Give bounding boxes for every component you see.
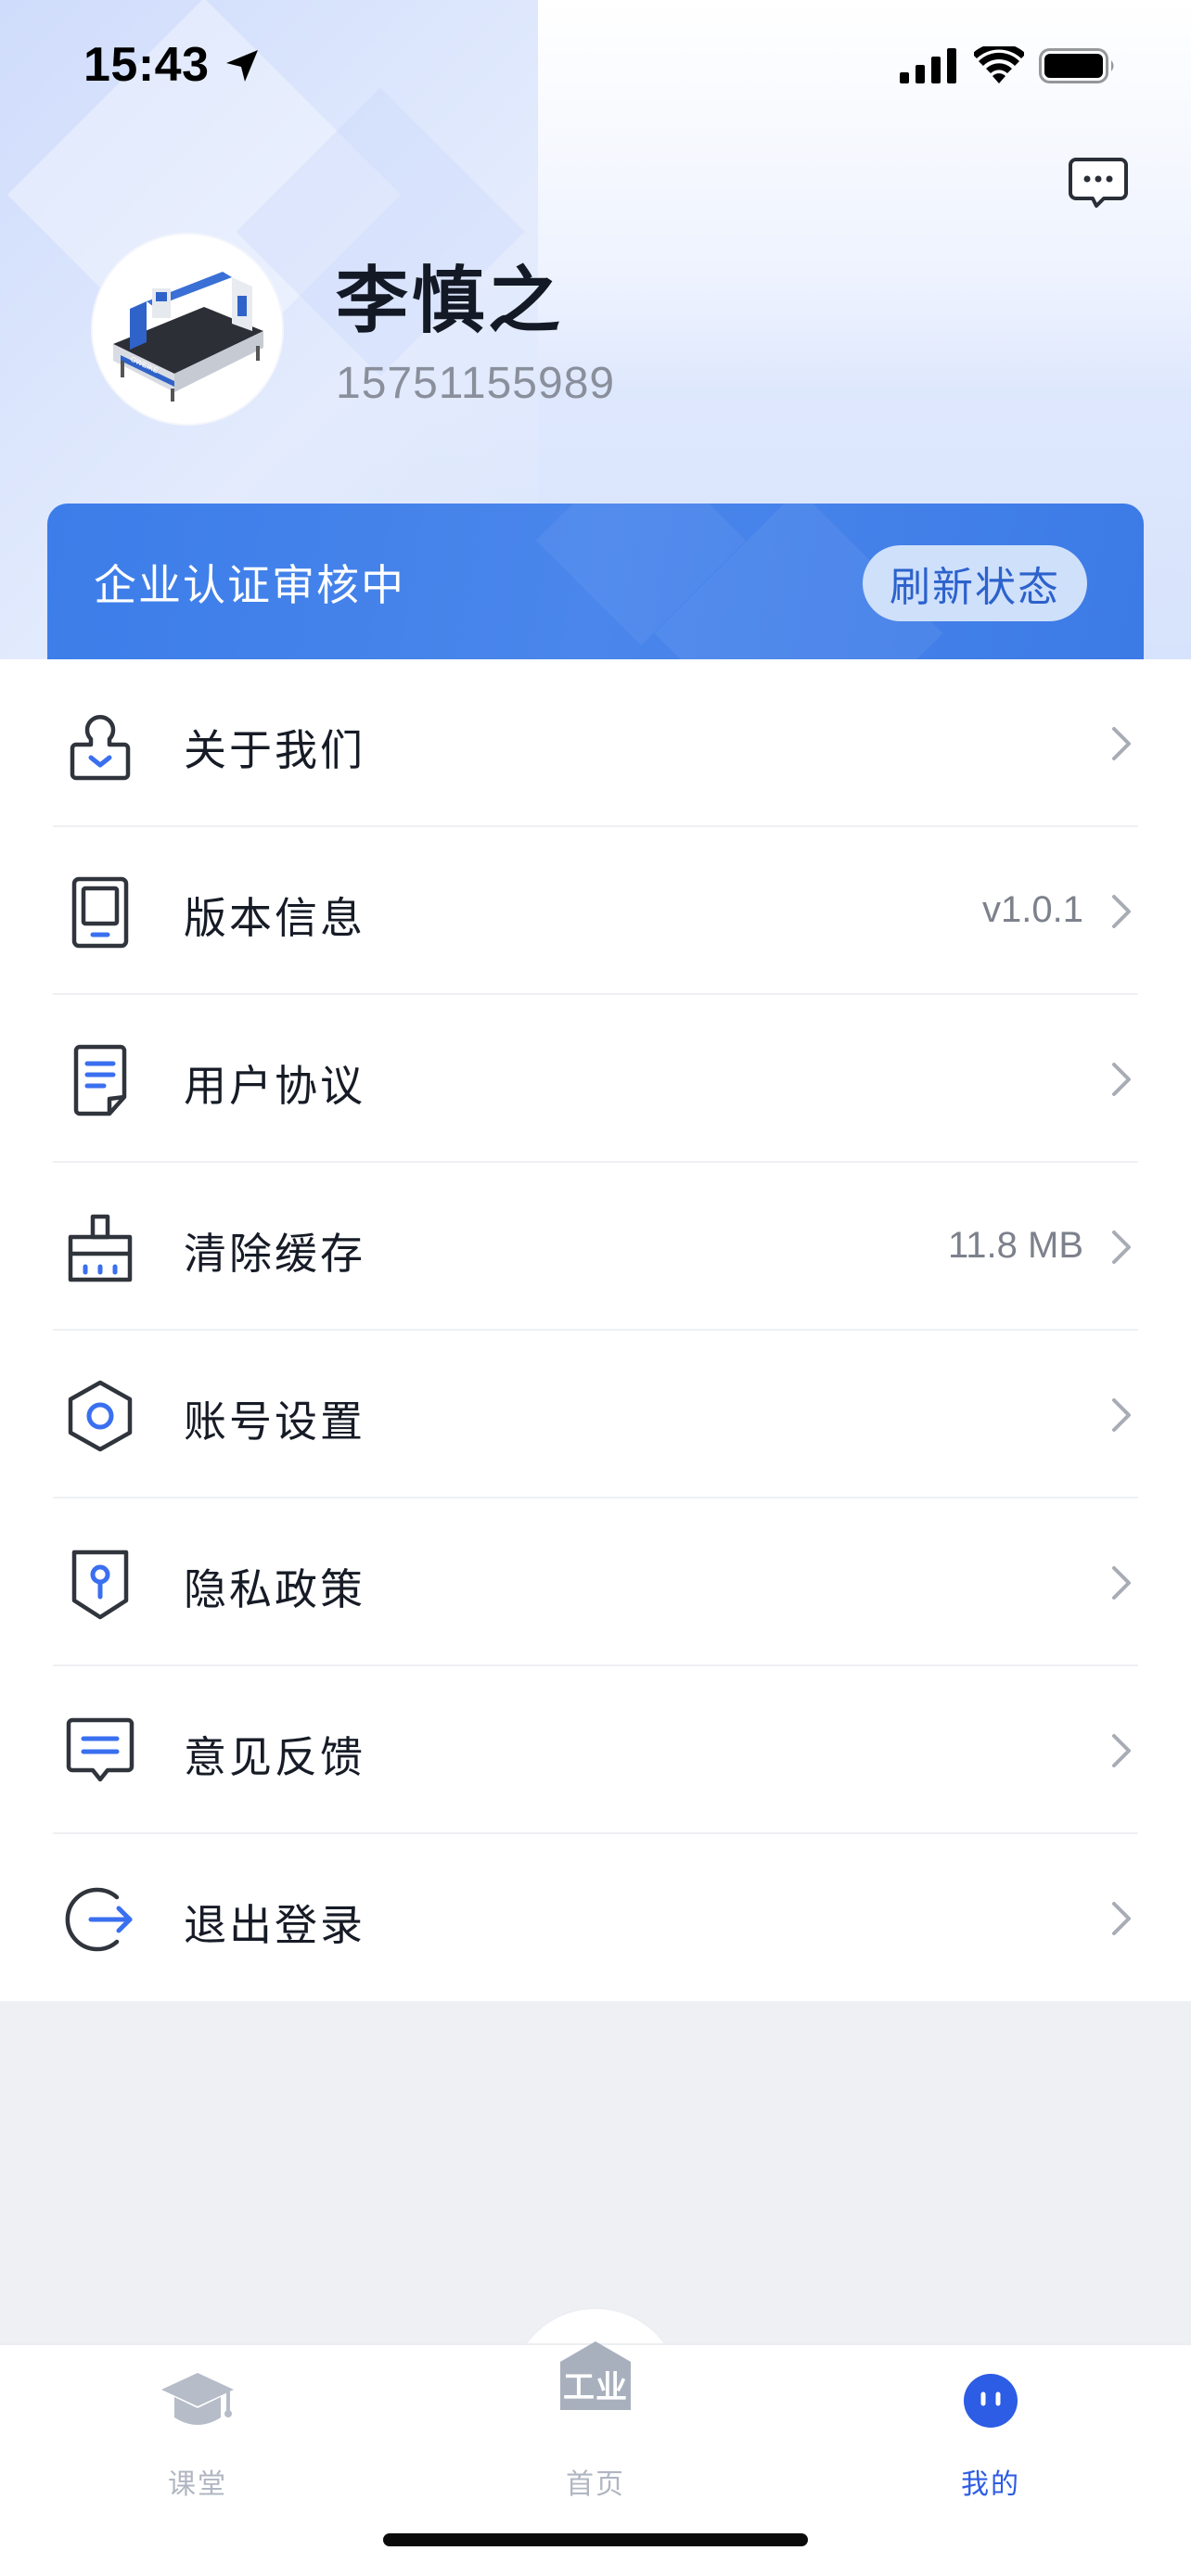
user-phone: 15751155989 [336, 359, 616, 408]
status-bar: 15:43 [0, 0, 1191, 134]
menu-item-account-settings[interactable]: 账号设置 [0, 1331, 1191, 1498]
tab-label: 我的 [961, 2468, 1020, 2501]
menu-item-about-us[interactable]: 关于我们 [0, 659, 1191, 827]
menu-item-label: 清除缓存 [184, 1229, 365, 1279]
menu-item-logout[interactable]: 退出登录 [0, 1834, 1191, 2002]
cellular-signal-icon [900, 48, 956, 83]
chevron-right-icon [1112, 1231, 1131, 1264]
profile-face-icon [964, 2374, 1018, 2428]
location-arrow-icon [226, 50, 258, 82]
menu-item-version-info[interactable]: 版本信息 v1.0.1 [0, 827, 1191, 995]
user-name: 李慎之 [336, 260, 565, 343]
menu-item-label: 意见反馈 [184, 1732, 365, 1782]
refresh-status-button[interactable]: 刷新状态 [863, 545, 1087, 621]
avatar[interactable]: GWEIKE [93, 235, 282, 424]
menu-item-label: 退出登录 [184, 1900, 365, 1950]
chevron-right-icon [1112, 1398, 1131, 1432]
home-indicator [383, 2533, 808, 2546]
tab-label: 首页 [566, 2468, 625, 2501]
about-us-icon [70, 714, 131, 781]
broom-icon [68, 1214, 133, 1282]
status-time: 15:43 [83, 38, 210, 92]
feedback-message-icon [66, 1717, 134, 1782]
chevron-right-icon [1112, 895, 1131, 928]
cache-size-value: 11.8 MB [948, 1225, 1083, 1266]
document-icon [73, 1044, 127, 1116]
tab-mine[interactable]: 我的 [898, 2345, 1083, 2501]
battery-icon [1039, 48, 1114, 83]
certification-status: 企业认证审核中 [94, 560, 405, 610]
chevron-right-icon [1112, 1566, 1131, 1600]
chevron-right-icon [1112, 1063, 1131, 1096]
chevron-right-icon [1112, 1902, 1131, 1935]
hexagon-settings-icon [68, 1380, 133, 1452]
menu-item-label: 关于我们 [184, 725, 365, 775]
home-icon-text: 工业 [563, 2369, 628, 2406]
wifi-icon [974, 46, 1024, 83]
menu-item-label: 版本信息 [184, 893, 365, 943]
graduation-cap-icon [161, 2373, 234, 2425]
menu-item-label: 用户协议 [184, 1061, 365, 1111]
privacy-shield-icon [71, 1549, 129, 1620]
laser-cutting-machine-avatar: GWEIKE [93, 235, 282, 424]
menu-item-clear-cache[interactable]: 清除缓存 11.8 MB [0, 1163, 1191, 1331]
enterprise-certification-card: 企业认证审核中 刷新状态 [47, 504, 1144, 660]
tablet-icon [71, 876, 129, 949]
menu-item-feedback[interactable]: 意见反馈 [0, 1666, 1191, 1834]
chat-bubble-icon[interactable] [1069, 156, 1128, 210]
chevron-right-icon [1112, 727, 1131, 760]
menu-item-user-agreement[interactable]: 用户协议 [0, 995, 1191, 1163]
menu-item-label: 账号设置 [184, 1396, 365, 1447]
tab-label: 课堂 [168, 2468, 227, 2501]
menu-item-privacy-policy[interactable]: 隐私政策 [0, 1498, 1191, 1666]
profile-header: 15:43 GWEIKE 李慎之 15751155989 企业认证审核中 刷新状… [0, 0, 1191, 660]
menu-item-label: 隐私政策 [184, 1564, 365, 1614]
logout-icon [65, 1887, 133, 1952]
version-value: v1.0.1 [982, 889, 1083, 930]
settings-menu: 关于我们 版本信息 v1.0.1 用户协议 清除缓存 11.8 MB 账号设置 … [0, 659, 1191, 2001]
chevron-right-icon [1112, 1734, 1131, 1767]
tab-classroom[interactable]: 课堂 [105, 2345, 290, 2501]
tab-home[interactable]: 工业 首页 [503, 2341, 688, 2501]
